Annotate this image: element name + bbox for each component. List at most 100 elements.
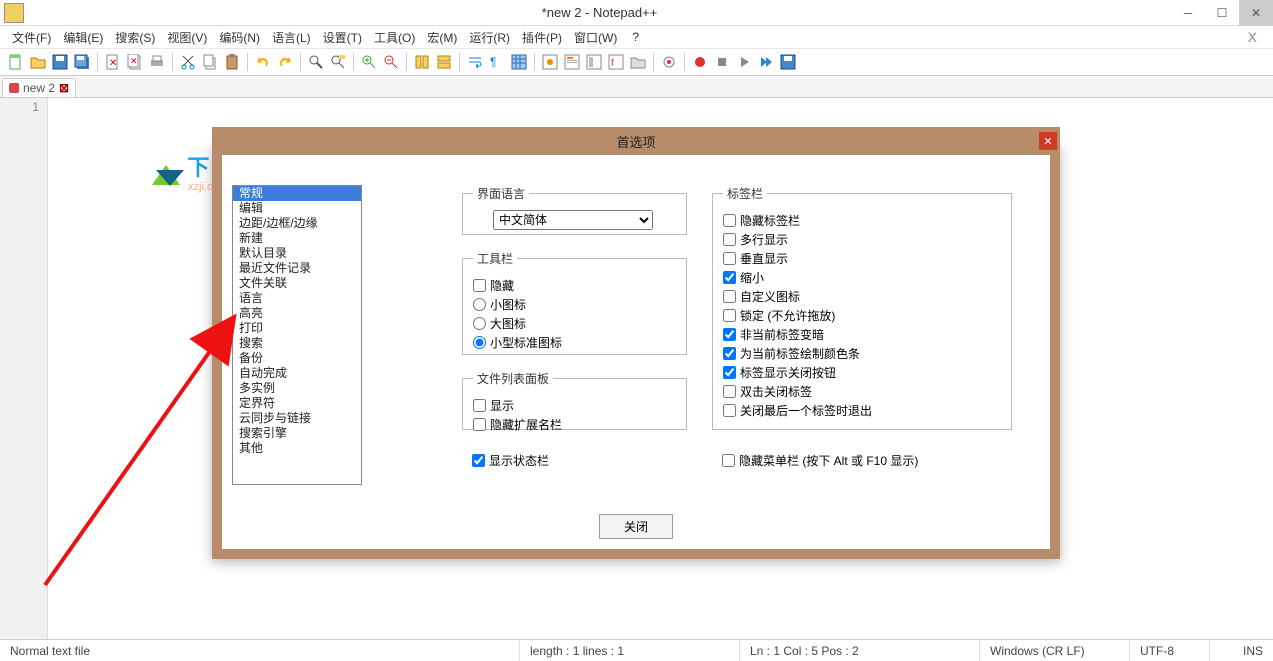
tab-inactive-checkbox[interactable] bbox=[723, 328, 736, 341]
language-select[interactable]: 中文简体 bbox=[493, 210, 653, 230]
minimize-button[interactable]: ─ bbox=[1171, 0, 1205, 26]
window-title: *new 2 - Notepad++ bbox=[28, 5, 1171, 20]
allchars-icon[interactable]: ¶ bbox=[487, 52, 507, 72]
menu-settings[interactable]: 设置(T) bbox=[317, 27, 368, 48]
funclist-icon[interactable]: f bbox=[606, 52, 626, 72]
new-file-icon[interactable] bbox=[6, 52, 26, 72]
maximize-button[interactable]: ☐ bbox=[1205, 0, 1239, 26]
tab-lastexit-checkbox[interactable] bbox=[723, 404, 736, 417]
tab-vertical-checkbox[interactable] bbox=[723, 252, 736, 265]
dialog-close-action-button[interactable]: 关闭 bbox=[599, 514, 673, 539]
toolbar-big-radio[interactable] bbox=[473, 317, 486, 330]
docmap-icon[interactable] bbox=[562, 52, 582, 72]
stop-macro-icon[interactable] bbox=[712, 52, 732, 72]
close-file-icon[interactable]: ✕ bbox=[103, 52, 123, 72]
save-all-icon[interactable] bbox=[72, 52, 92, 72]
list-item-autocomplete[interactable]: 自动完成 bbox=[233, 366, 361, 381]
toolbar-hide-checkbox[interactable] bbox=[473, 279, 486, 292]
print-icon[interactable] bbox=[147, 52, 167, 72]
preferences-category-list[interactable]: 常规 编辑 边距/边框/边缘 新建 默认目录 最近文件记录 文件关联 语言 高亮… bbox=[232, 185, 362, 485]
list-item-delimiter[interactable]: 定界符 bbox=[233, 396, 361, 411]
tab-hide-checkbox[interactable] bbox=[723, 214, 736, 227]
line-number: 1 bbox=[0, 100, 39, 114]
list-item-searchengine[interactable]: 搜索引擎 bbox=[233, 426, 361, 441]
menu-tools[interactable]: 工具(O) bbox=[368, 27, 421, 48]
play-macro-icon[interactable] bbox=[734, 52, 754, 72]
tab-close-icon[interactable]: ⊠ bbox=[59, 81, 69, 95]
menu-edit[interactable]: 编辑(E) bbox=[57, 27, 109, 48]
document-tab[interactable]: new 2 ⊠ bbox=[2, 78, 76, 97]
menu-run[interactable]: 运行(R) bbox=[463, 27, 516, 48]
svg-text:¶: ¶ bbox=[490, 55, 496, 69]
tab-lock-checkbox[interactable] bbox=[723, 309, 736, 322]
cut-icon[interactable] bbox=[178, 52, 198, 72]
list-item-search[interactable]: 搜索 bbox=[233, 336, 361, 351]
record-macro-icon[interactable] bbox=[690, 52, 710, 72]
list-item-language[interactable]: 语言 bbox=[233, 291, 361, 306]
list-item-fileassoc[interactable]: 文件关联 bbox=[233, 276, 361, 291]
redo-icon[interactable] bbox=[275, 52, 295, 72]
play-multi-icon[interactable] bbox=[756, 52, 776, 72]
folder-workspace-icon[interactable] bbox=[628, 52, 648, 72]
menu-window[interactable]: 窗口(W) bbox=[568, 27, 623, 48]
list-item-multiinst[interactable]: 多实例 bbox=[233, 381, 361, 396]
zoom-out-icon[interactable] bbox=[381, 52, 401, 72]
dialog-titlebar[interactable]: 首选项 ✕ bbox=[212, 127, 1060, 155]
indent-guide-icon[interactable] bbox=[509, 52, 529, 72]
show-statusbar-checkbox[interactable] bbox=[472, 454, 485, 467]
list-item-general[interactable]: 常规 bbox=[233, 186, 361, 201]
list-item-highlight[interactable]: 高亮 bbox=[233, 306, 361, 321]
save-macro-icon[interactable] bbox=[778, 52, 798, 72]
menu-encoding[interactable]: 编码(N) bbox=[213, 27, 266, 48]
svg-text:✕: ✕ bbox=[130, 56, 138, 66]
tab-customicon-checkbox[interactable] bbox=[723, 290, 736, 303]
tab-reduce-checkbox[interactable] bbox=[723, 271, 736, 284]
list-item-cloud[interactable]: 云同步与链接 bbox=[233, 411, 361, 426]
menu-language[interactable]: 语言(L) bbox=[266, 27, 317, 48]
list-item-backup[interactable]: 备份 bbox=[233, 351, 361, 366]
menu-close-x[interactable]: X bbox=[1238, 29, 1267, 45]
wordwrap-icon[interactable] bbox=[465, 52, 485, 72]
document-tabbar: new 2 ⊠ bbox=[0, 76, 1273, 98]
find-icon[interactable] bbox=[306, 52, 326, 72]
preferences-dialog: 首选项 ✕ 常规 编辑 边距/边框/边缘 新建 默认目录 最近文件记录 文件关联… bbox=[212, 145, 1060, 559]
list-item-print[interactable]: 打印 bbox=[233, 321, 361, 336]
list-item-editing[interactable]: 编辑 bbox=[233, 201, 361, 216]
close-window-button[interactable]: ✕ bbox=[1239, 0, 1273, 26]
sync-h-icon[interactable] bbox=[434, 52, 454, 72]
udl-icon[interactable] bbox=[540, 52, 560, 72]
doclist-show-checkbox[interactable] bbox=[473, 399, 486, 412]
menu-help[interactable]: ? bbox=[626, 28, 645, 46]
dialog-close-button[interactable]: ✕ bbox=[1039, 132, 1057, 150]
save-icon[interactable] bbox=[50, 52, 70, 72]
list-item-misc[interactable]: 其他 bbox=[233, 441, 361, 456]
close-all-icon[interactable]: ✕ bbox=[125, 52, 145, 72]
paste-icon[interactable] bbox=[222, 52, 242, 72]
undo-icon[interactable] bbox=[253, 52, 273, 72]
monitoring-icon[interactable] bbox=[659, 52, 679, 72]
toolbar-standard-radio[interactable] bbox=[473, 336, 486, 349]
sync-v-icon[interactable] bbox=[412, 52, 432, 72]
list-item-defaultdir[interactable]: 默认目录 bbox=[233, 246, 361, 261]
menu-search[interactable]: 搜索(S) bbox=[109, 27, 161, 48]
replace-icon[interactable] bbox=[328, 52, 348, 72]
zoom-in-icon[interactable] bbox=[359, 52, 379, 72]
doclist-hideext-checkbox[interactable] bbox=[473, 418, 486, 431]
list-item-newdoc[interactable]: 新建 bbox=[233, 231, 361, 246]
menu-file[interactable]: 文件(F) bbox=[6, 27, 57, 48]
tab-dblclose-checkbox[interactable] bbox=[723, 385, 736, 398]
menu-macro[interactable]: 宏(M) bbox=[421, 27, 463, 48]
list-item-margins[interactable]: 边距/边框/边缘 bbox=[233, 216, 361, 231]
doclist-legend: 文件列表面板 bbox=[473, 370, 553, 387]
hide-menubar-checkbox[interactable] bbox=[722, 454, 735, 467]
tab-multiline-checkbox[interactable] bbox=[723, 233, 736, 246]
tab-closebtn-checkbox[interactable] bbox=[723, 366, 736, 379]
open-file-icon[interactable] bbox=[28, 52, 48, 72]
doclist-icon[interactable] bbox=[584, 52, 604, 72]
menu-plugins[interactable]: 插件(P) bbox=[516, 27, 568, 48]
toolbar-small-radio[interactable] bbox=[473, 298, 486, 311]
menu-view[interactable]: 视图(V) bbox=[161, 27, 213, 48]
list-item-recent[interactable]: 最近文件记录 bbox=[233, 261, 361, 276]
tab-colorbar-checkbox[interactable] bbox=[723, 347, 736, 360]
copy-icon[interactable] bbox=[200, 52, 220, 72]
